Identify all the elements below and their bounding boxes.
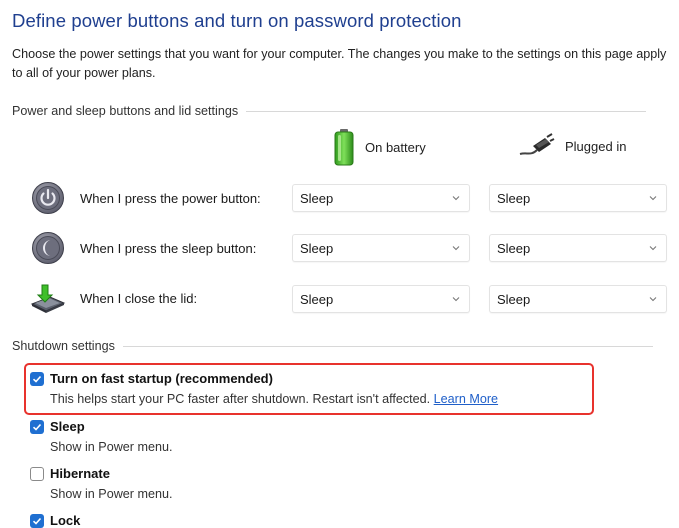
lock-option: Lock [30, 513, 80, 528]
shutdown-section-header: Shutdown settings [12, 339, 653, 353]
lid-close-label: When I close the lid: [80, 290, 198, 306]
power-button-plugged-select[interactable]: Sleep [489, 184, 667, 212]
lid-close-plugged-value: Sleep [497, 291, 531, 307]
power-button-plugged-value: Sleep [497, 190, 531, 206]
shutdown-section-title: Shutdown settings [12, 339, 115, 353]
checkmark-icon [32, 375, 42, 383]
power-button-battery-select[interactable]: Sleep [292, 184, 470, 212]
chevron-down-icon [452, 246, 460, 251]
buttons-section-title: Power and sleep buttons and lid settings [12, 104, 239, 118]
lid-close-plugged-select[interactable]: Sleep [489, 285, 667, 313]
lock-option-label: Lock [50, 513, 81, 528]
lid-close-row: When I close the lid: [30, 280, 197, 316]
sleep-button-label: When I press the sleep button: [80, 240, 257, 256]
page-title: Define power buttons and turn on passwor… [12, 10, 462, 31]
chevron-down-icon [649, 246, 657, 251]
power-button-icon [30, 180, 66, 216]
section-divider [246, 110, 647, 112]
chevron-down-icon [649, 297, 657, 302]
sleep-button-plugged-value: Sleep [497, 240, 531, 256]
section-divider [122, 345, 653, 347]
sleep-option-label: Sleep [50, 419, 85, 434]
hibernate-checkbox[interactable] [30, 466, 44, 481]
battery-icon [334, 129, 354, 166]
power-button-row: When I press the power button: [30, 180, 261, 216]
hibernate-option-label: Hibernate [50, 466, 110, 481]
fast-startup-description-text: This helps start your PC faster after sh… [50, 392, 431, 406]
hibernate-option: Hibernate Show in Power menu. [30, 466, 173, 501]
hibernate-option-description: Show in Power menu. [50, 487, 173, 501]
column-head-on-battery: On battery [333, 128, 426, 166]
fast-startup-description: This helps start your PC faster after sh… [50, 392, 498, 406]
learn-more-link[interactable]: Learn More [434, 392, 498, 406]
lock-checkbox[interactable] [30, 513, 44, 528]
sleep-option: Sleep Show in Power menu. [30, 419, 173, 454]
sleep-button-row: When I press the sleep button: [30, 230, 256, 266]
column-head-plugged-in: Plugged in [519, 132, 626, 160]
sleep-option-description: Show in Power menu. [50, 440, 173, 454]
fast-startup-label: Turn on fast startup (recommended) [50, 371, 273, 386]
chevron-down-icon [649, 196, 657, 201]
plugged-in-label: Plugged in [565, 138, 627, 154]
chevron-down-icon [452, 297, 460, 302]
sleep-button-battery-select[interactable]: Sleep [292, 234, 470, 262]
fast-startup-option: Turn on fast startup (recommended) This … [30, 371, 498, 406]
lid-close-battery-select[interactable]: Sleep [292, 285, 470, 313]
sleep-button-icon [30, 230, 66, 266]
sleep-checkbox[interactable] [30, 419, 44, 434]
power-button-label: When I press the power button: [80, 190, 261, 206]
on-battery-label: On battery [365, 139, 426, 155]
sleep-button-battery-value: Sleep [300, 240, 334, 256]
checkmark-icon [32, 517, 42, 525]
checkmark-icon [32, 423, 42, 431]
buttons-section-header: Power and sleep buttons and lid settings [12, 104, 647, 118]
chevron-down-icon [452, 196, 460, 201]
power-plug-icon [519, 133, 555, 155]
laptop-lid-icon [30, 280, 66, 316]
fast-startup-checkbox[interactable] [30, 371, 44, 386]
sleep-button-plugged-select[interactable]: Sleep [489, 234, 667, 262]
lid-close-battery-value: Sleep [300, 291, 334, 307]
power-button-battery-value: Sleep [300, 190, 334, 206]
page-description: Choose the power settings that you want … [12, 47, 667, 80]
